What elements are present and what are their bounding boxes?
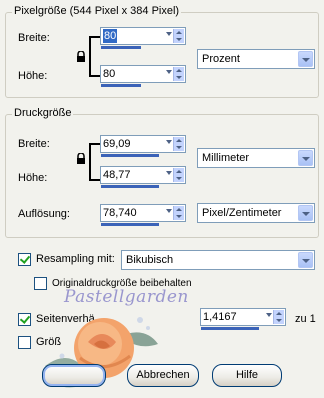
print-size-legend: Druckgröße: [12, 107, 74, 120]
pixel-height-input[interactable]: 80: [100, 65, 186, 83]
pixel-unit-select[interactable]: Prozent: [197, 49, 315, 69]
resampling-method-select[interactable]: Bikubisch: [121, 250, 315, 270]
print-unit-value: Millimeter: [202, 152, 250, 164]
spinner-arrows-icon[interactable]: [173, 206, 184, 220]
pixel-height-slider[interactable]: [101, 84, 141, 87]
resolution-label: Auflösung:: [18, 208, 70, 220]
pixel-width-value: 80: [103, 29, 118, 43]
help-button[interactable]: Hilfe: [212, 364, 282, 387]
chevron-down-icon[interactable]: [298, 205, 313, 221]
dropdown-arrow-icon[interactable]: [166, 140, 172, 144]
pixel-height-value: 80: [103, 68, 116, 80]
spinner-arrows-icon[interactable]: [173, 137, 184, 151]
resolution-input[interactable]: 78,740: [100, 204, 186, 222]
ok-button[interactable]: [42, 364, 106, 387]
resolution-slider[interactable]: [101, 223, 159, 226]
chevron-down-icon[interactable]: [298, 51, 313, 67]
print-width-label: Breite:: [18, 138, 50, 150]
print-height-label: Höhe:: [18, 172, 48, 184]
pixel-width-slider[interactable]: [101, 46, 141, 49]
resampling-method-value: Bikubisch: [126, 254, 174, 266]
dropdown-arrow-icon[interactable]: [166, 209, 172, 213]
resolution-value: 78,740: [103, 207, 137, 219]
lock-icon: [77, 153, 85, 164]
pixel-unit-value: Prozent: [202, 53, 240, 65]
print-height-input[interactable]: 48,77: [100, 166, 186, 184]
spinner-arrows-icon[interactable]: [173, 29, 184, 43]
pixel-width-label: Breite:: [18, 32, 50, 44]
print-width-value: 69,09: [103, 138, 131, 150]
resolution-unit-value: Pixel/Zentimeter: [202, 207, 282, 219]
spinner-arrows-icon[interactable]: [173, 67, 184, 81]
dropdown-arrow-icon[interactable]: [166, 70, 172, 74]
spinner-arrows-icon[interactable]: [173, 168, 184, 182]
aspect-ratio-input[interactable]: 1,4167: [200, 308, 286, 326]
print-height-slider[interactable]: [101, 185, 159, 188]
resampling-checkbox[interactable]: [18, 253, 31, 266]
spinner-arrows-icon[interactable]: [273, 310, 284, 324]
print-height-value: 48,77: [103, 169, 131, 181]
chevron-down-icon[interactable]: [298, 150, 313, 166]
aspect-ratio-suffix: zu 1: [295, 313, 316, 325]
pixel-width-input[interactable]: 80: [100, 27, 186, 45]
dropdown-arrow-icon[interactable]: [166, 171, 172, 175]
lock-icon: [77, 51, 85, 62]
aspect-ratio-checkbox[interactable]: [18, 313, 31, 326]
dropdown-arrow-icon[interactable]: [266, 313, 272, 317]
cancel-button[interactable]: Abbrechen: [127, 364, 199, 387]
print-unit-select[interactable]: Millimeter: [197, 148, 315, 168]
keep-original-checkbox[interactable]: [34, 277, 47, 290]
resampling-label[interactable]: Resampling mit:: [36, 253, 115, 266]
aspect-ratio-slider[interactable]: [201, 327, 259, 330]
pixel-height-label: Höhe:: [18, 70, 48, 82]
print-width-input[interactable]: 69,09: [100, 135, 186, 153]
resize-all-checkbox[interactable]: [18, 336, 31, 349]
pixel-size-legend: Pixelgröße (544 Pixel x 384 Pixel): [12, 5, 182, 18]
aspect-ratio-value: 1,4167: [203, 311, 237, 323]
dialog: { "pixel_size": { "legend": "Pixelgröße …: [0, 0, 324, 398]
chevron-down-icon[interactable]: [298, 252, 313, 268]
dropdown-arrow-icon[interactable]: [166, 32, 172, 36]
resolution-unit-select[interactable]: Pixel/Zentimeter: [197, 203, 315, 223]
print-width-slider[interactable]: [101, 154, 159, 157]
